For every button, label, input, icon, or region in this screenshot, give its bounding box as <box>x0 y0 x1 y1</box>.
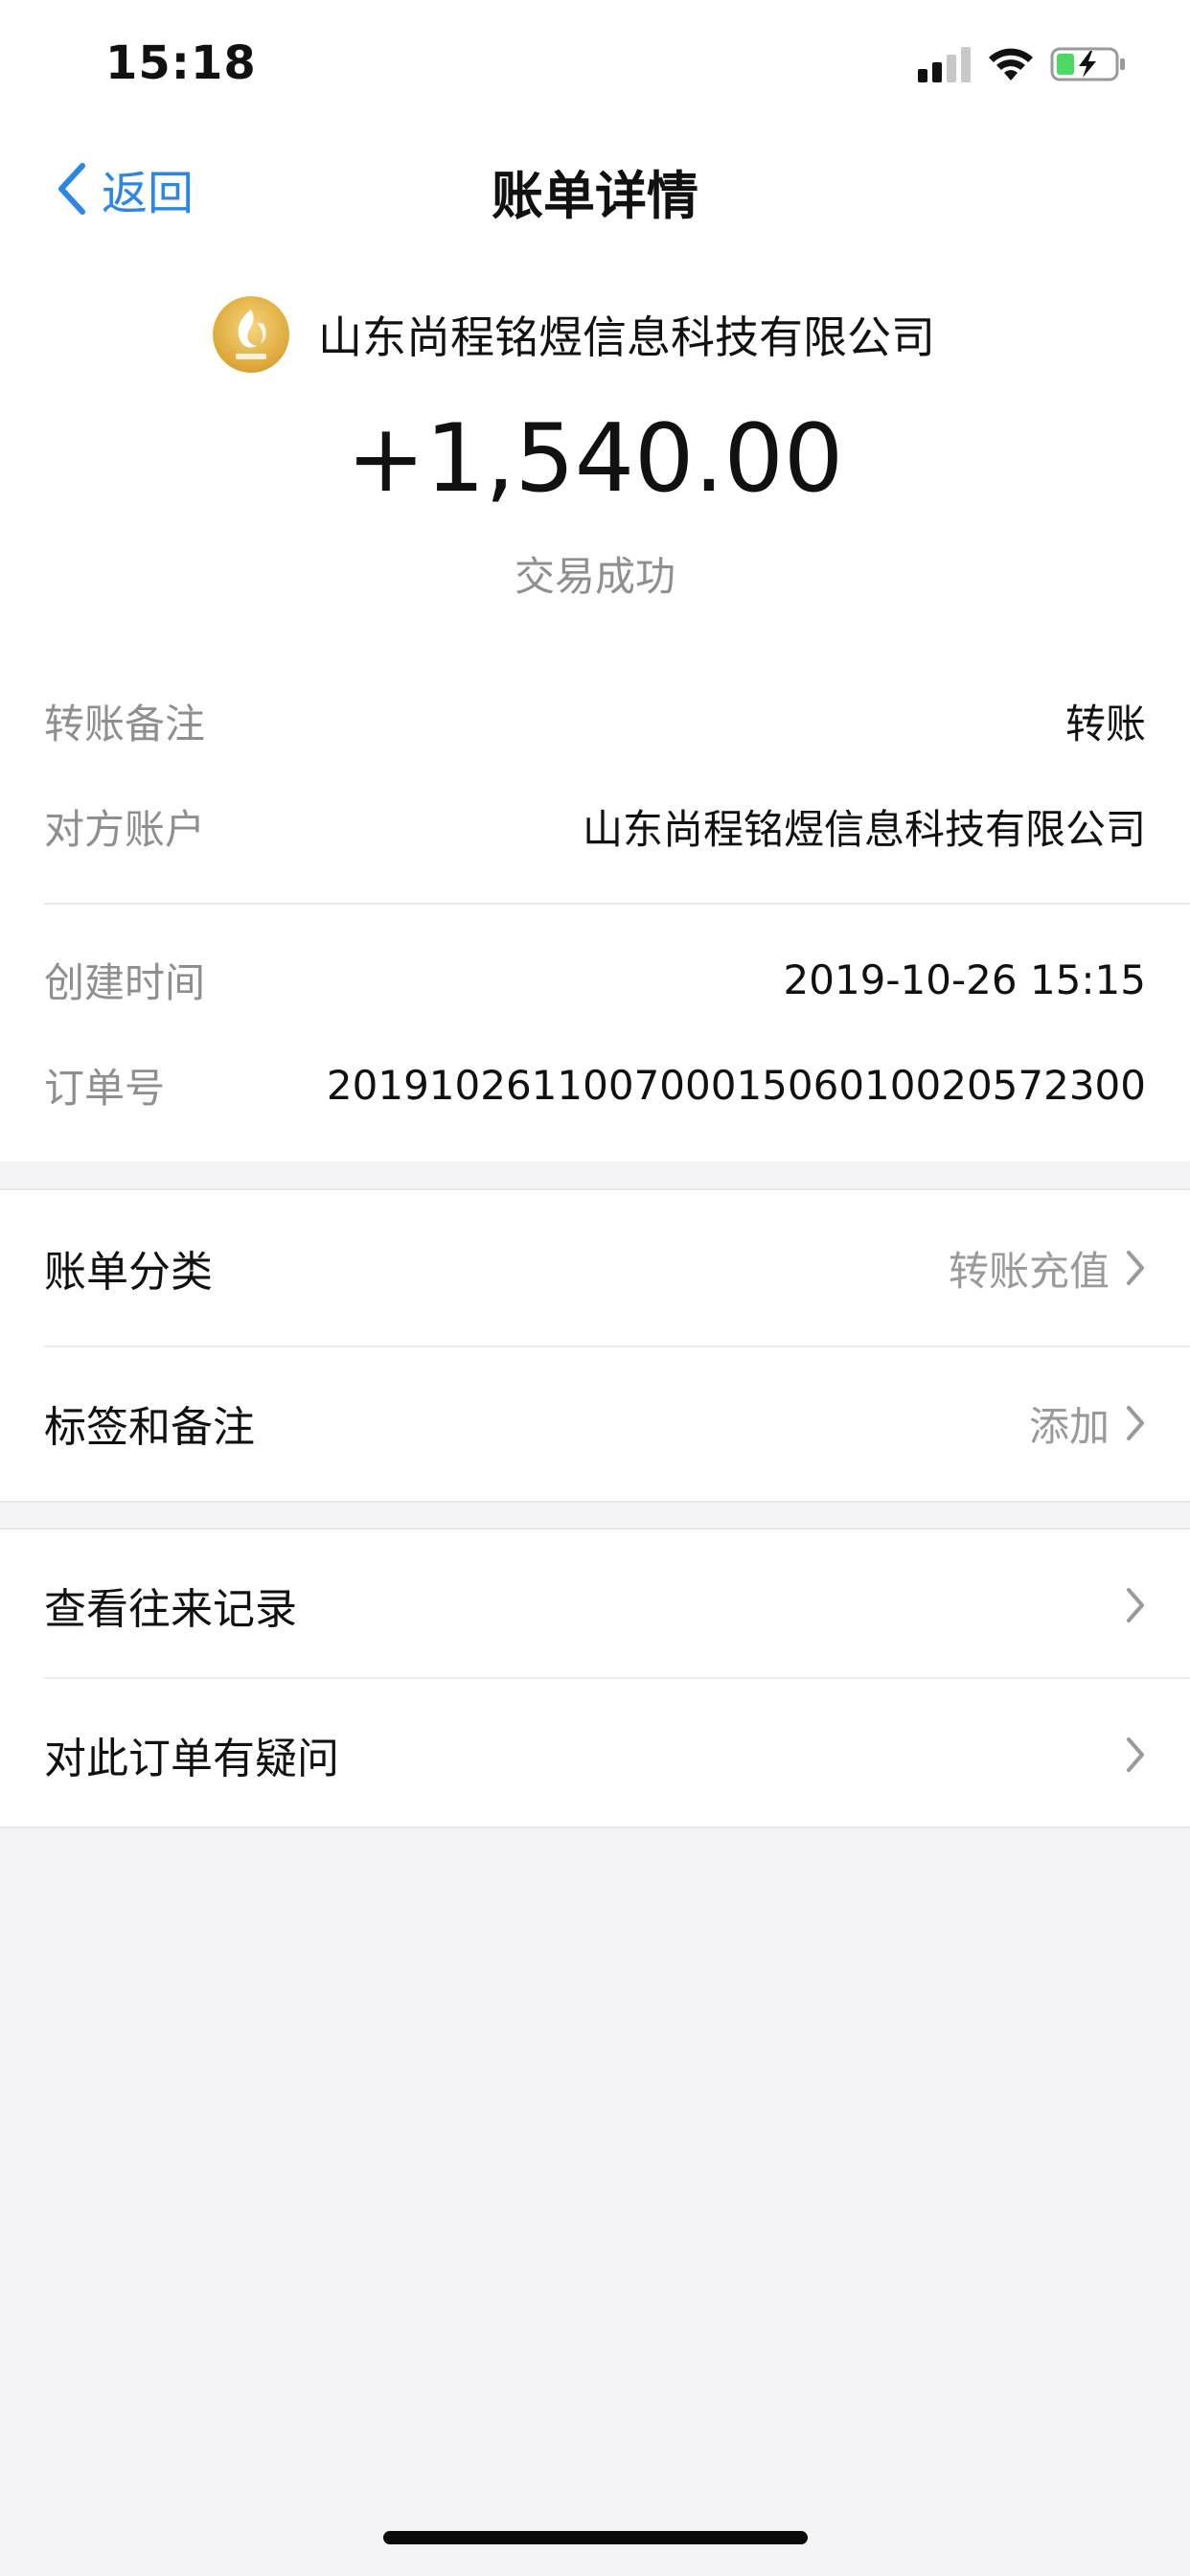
detail-row-created-time: 创建时间 2019-10-26 15:15 <box>44 951 1146 1008</box>
divider <box>44 903 1190 905</box>
detail-value: 山东尚程铭煜信息科技有限公司 <box>582 805 1146 853</box>
detail-label: 对方账户 <box>44 805 206 853</box>
bill-detail-page: 15:18 返回 账单详情 山东尚程铭煜信息科技有限公司 +1,540.00 交… <box>0 0 1190 2576</box>
list-value: 转账充值 <box>948 1247 1110 1295</box>
status-time: 15:18 <box>105 36 257 90</box>
list-item-order-question[interactable]: 对此订单有疑问 <box>44 1679 1146 1830</box>
detail-value: 2019-10-26 15:15 <box>783 955 1146 1003</box>
chevron-right-icon <box>1127 1737 1144 1772</box>
detail-label: 创建时间 <box>44 958 206 1006</box>
detail-row-order-number: 订单号 2019102611007000150601002057​2300 <box>44 1056 1146 1114</box>
transaction-amount: +1,540.00 <box>346 404 844 514</box>
bill-options-group: 账单分类 转账充值 标签和备注 添加 <box>0 1188 1190 1503</box>
detail-value: 转账 <box>1064 700 1146 748</box>
bill-summary-card: 15:18 返回 账单详情 山东尚程铭煜信息科技有限公司 +1,540.00 交… <box>0 0 1190 1162</box>
list-item-view-history[interactable]: 查看往来记录 <box>44 1530 1146 1681</box>
order-actions-group: 查看往来记录 对此订单有疑问 <box>0 1528 1190 1828</box>
chevron-right-icon <box>1127 1406 1144 1440</box>
list-item-tags-notes[interactable]: 标签和备注 添加 <box>44 1347 1146 1499</box>
list-item-bill-category[interactable]: 账单分类 转账充值 <box>44 1192 1146 1344</box>
cellular-signal-icon <box>918 44 972 82</box>
list-value: 添加 <box>1028 1402 1110 1450</box>
detail-row-remark: 转账备注 转账 <box>44 692 1146 749</box>
battery-charging-icon <box>1050 47 1125 81</box>
merchant-logo-icon <box>213 296 289 373</box>
list-label: 查看往来记录 <box>44 1585 297 1634</box>
detail-value[interactable]: 2019102611007000150601002057​2300 <box>327 1062 1146 1109</box>
transaction-status: 交易成功 <box>514 553 675 600</box>
merchant-name: 山东尚程铭煜信息科技有限公司 <box>318 311 935 363</box>
detail-label: 订单号 <box>44 1064 166 1112</box>
list-label: 标签和备注 <box>44 1403 255 1452</box>
detail-label: 转账备注 <box>44 700 206 748</box>
detail-row-counterparty: 对方账户 山东尚程铭煜信息科技有限公司 <box>44 797 1146 855</box>
merchant-header: 山东尚程铭煜信息科技有限公司 <box>213 295 935 374</box>
page-title: 账单详情 <box>492 166 698 226</box>
list-label: 对此订单有疑问 <box>44 1735 339 1783</box>
list-label: 账单分类 <box>44 1248 213 1297</box>
wifi-icon <box>989 48 1033 80</box>
home-indicator[interactable] <box>383 2531 808 2544</box>
chevron-right-icon <box>1127 1251 1144 1285</box>
chevron-right-icon <box>1127 1588 1144 1622</box>
